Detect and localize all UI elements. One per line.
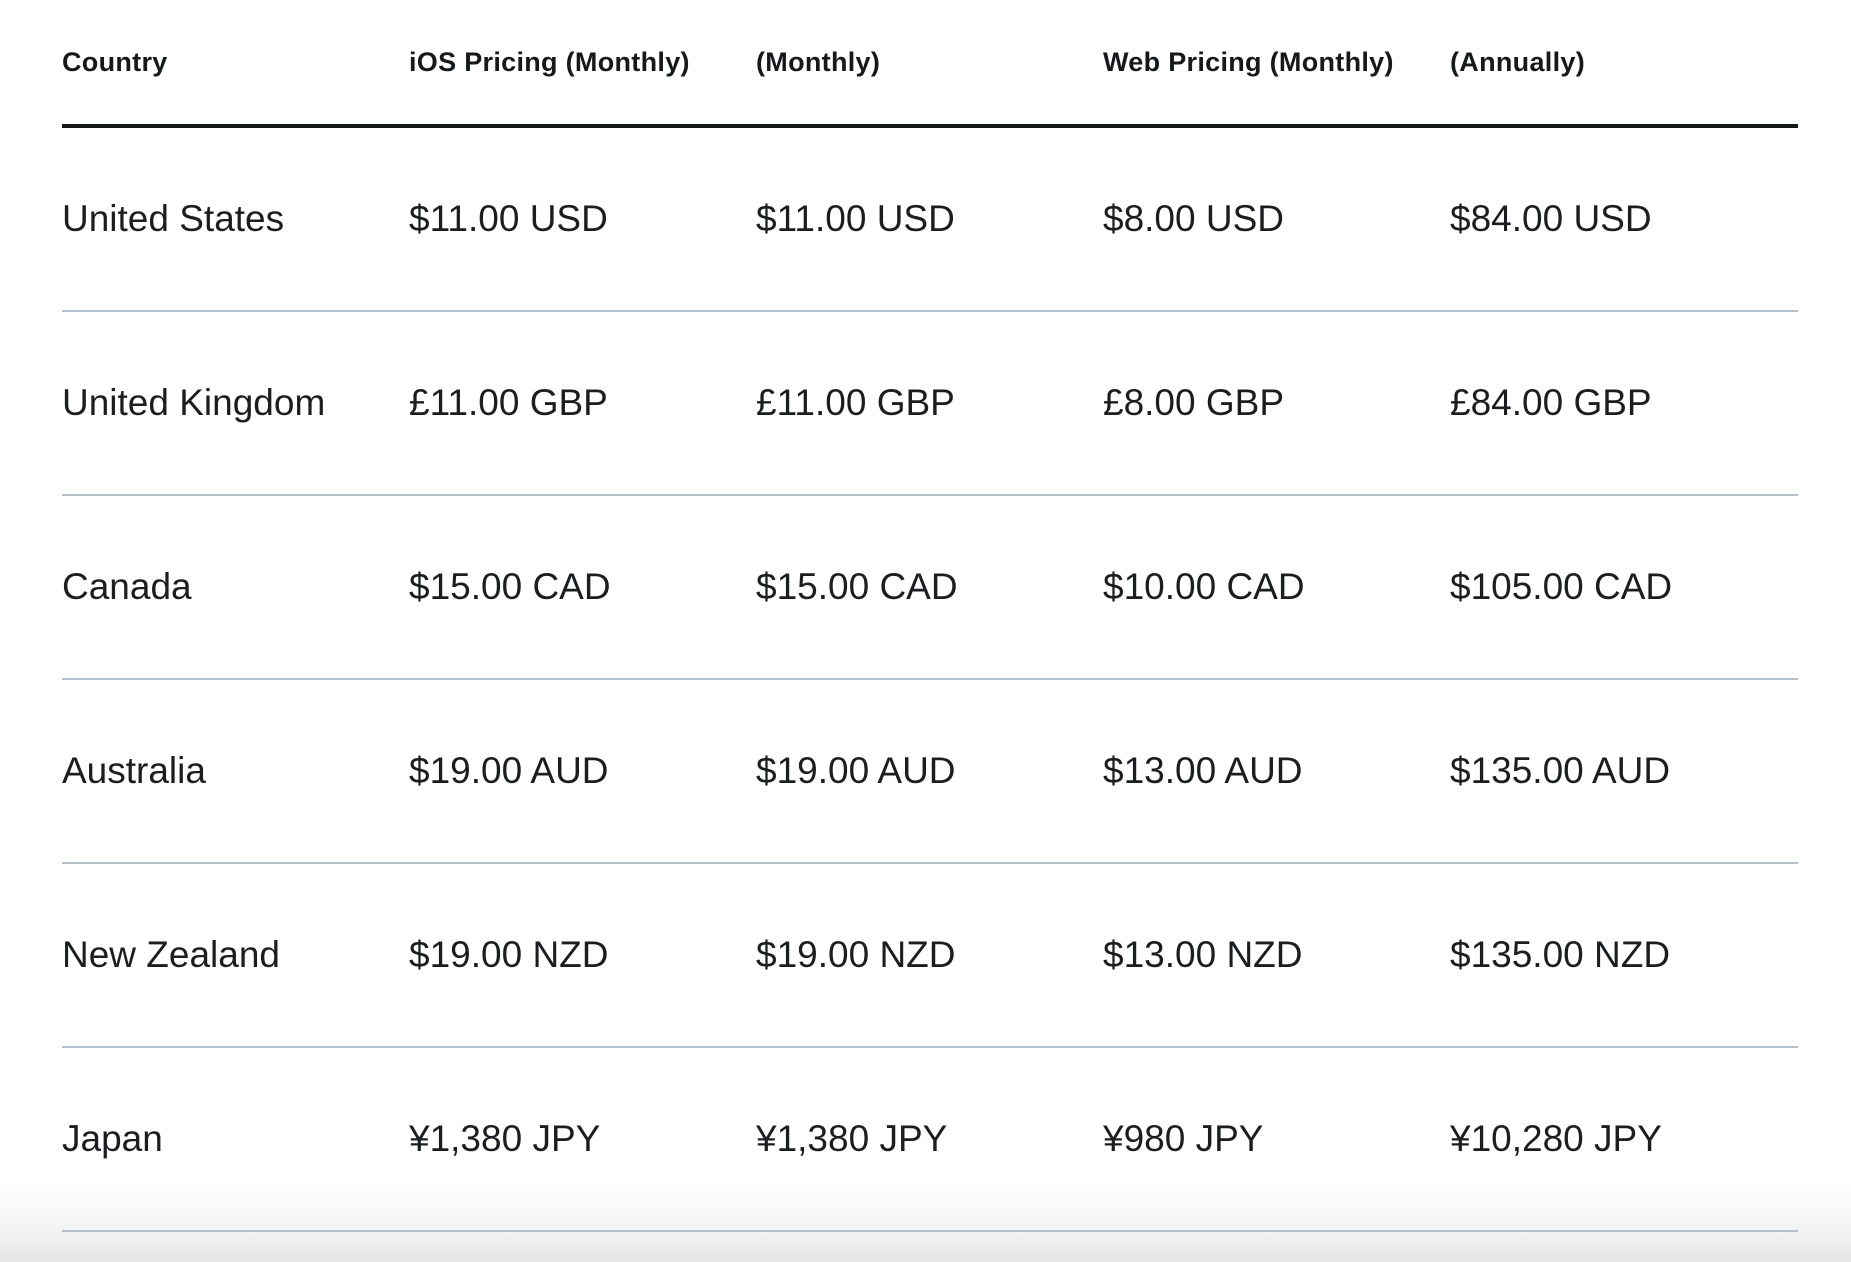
cell-web-monthly: ¥980 JPY	[1103, 1047, 1450, 1232]
header-annually: (Annually)	[1450, 0, 1798, 128]
table-row: Canada $15.00 CAD $15.00 CAD $10.00 CAD …	[62, 495, 1798, 680]
pricing-table: Country iOS Pricing (Monthly) (Monthly) …	[62, 0, 1798, 1232]
cell-annually: $105.00 CAD	[1450, 495, 1798, 680]
cell-country: Australia	[62, 679, 409, 864]
header-ios-pricing-monthly: iOS Pricing (Monthly)	[409, 0, 756, 128]
cell-annually: ¥10,280 JPY	[1450, 1047, 1798, 1232]
header-monthly: (Monthly)	[756, 0, 1103, 128]
cell-web-monthly: $8.00 USD	[1103, 126, 1450, 312]
table-body: United States $11.00 USD $11.00 USD $8.0…	[62, 126, 1798, 1232]
cell-ios-monthly: $19.00 AUD	[409, 679, 756, 864]
cell-annually: $84.00 USD	[1450, 126, 1798, 312]
cell-country: United States	[62, 126, 409, 312]
cell-monthly: ¥1,380 JPY	[756, 1047, 1103, 1232]
cell-annually: $135.00 NZD	[1450, 863, 1798, 1048]
cell-ios-monthly: $11.00 USD	[409, 126, 756, 312]
cell-ios-monthly: ¥1,380 JPY	[409, 1047, 756, 1232]
page: Country iOS Pricing (Monthly) (Monthly) …	[0, 0, 1851, 1262]
cell-web-monthly: $13.00 NZD	[1103, 863, 1450, 1048]
cell-country: New Zealand	[62, 863, 409, 1048]
table-row: Japan ¥1,380 JPY ¥1,380 JPY ¥980 JPY ¥10…	[62, 1047, 1798, 1232]
table-row: United Kingdom £11.00 GBP £11.00 GBP £8.…	[62, 311, 1798, 496]
cell-web-monthly: £8.00 GBP	[1103, 311, 1450, 496]
table-row: Australia $19.00 AUD $19.00 AUD $13.00 A…	[62, 679, 1798, 864]
table-header: Country iOS Pricing (Monthly) (Monthly) …	[62, 0, 1798, 128]
cell-monthly: $11.00 USD	[756, 126, 1103, 312]
cell-monthly: £11.00 GBP	[756, 311, 1103, 496]
table-row: New Zealand $19.00 NZD $19.00 NZD $13.00…	[62, 863, 1798, 1048]
cell-web-monthly: $13.00 AUD	[1103, 679, 1450, 864]
cell-monthly: $19.00 AUD	[756, 679, 1103, 864]
cell-country: Canada	[62, 495, 409, 680]
cell-country: United Kingdom	[62, 311, 409, 496]
cell-monthly: $15.00 CAD	[756, 495, 1103, 680]
table-row: United States $11.00 USD $11.00 USD $8.0…	[62, 126, 1798, 312]
cell-annually: £84.00 GBP	[1450, 311, 1798, 496]
cell-annually: $135.00 AUD	[1450, 679, 1798, 864]
cell-ios-monthly: £11.00 GBP	[409, 311, 756, 496]
cell-ios-monthly: $19.00 NZD	[409, 863, 756, 1048]
cell-web-monthly: $10.00 CAD	[1103, 495, 1450, 680]
header-row: Country iOS Pricing (Monthly) (Monthly) …	[62, 0, 1798, 128]
cell-ios-monthly: $15.00 CAD	[409, 495, 756, 680]
cell-country: Japan	[62, 1047, 409, 1232]
header-country: Country	[62, 0, 409, 128]
cell-monthly: $19.00 NZD	[756, 863, 1103, 1048]
header-web-pricing-monthly: Web Pricing (Monthly)	[1103, 0, 1450, 128]
